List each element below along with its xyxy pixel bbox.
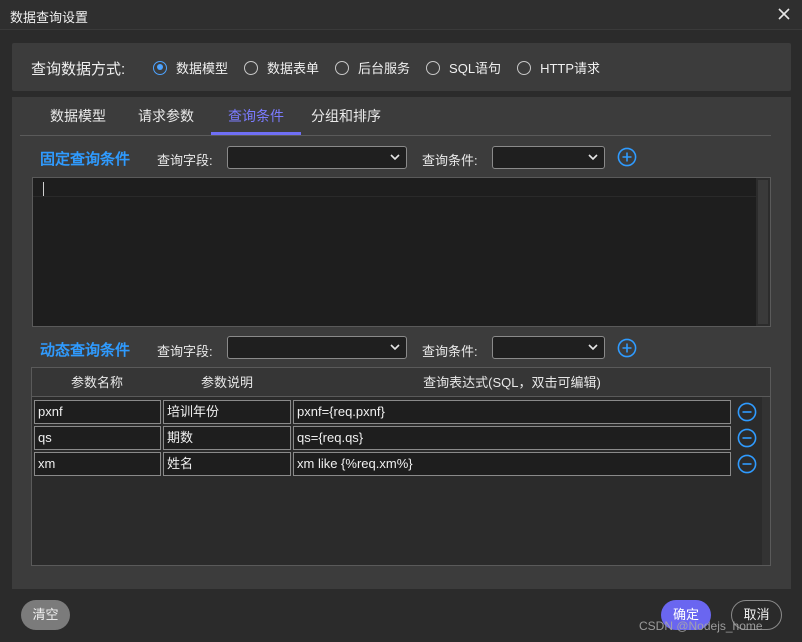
fixed-condition-label: 查询条件:: [422, 153, 478, 168]
add-fixed-condition-icon[interactable]: [617, 147, 637, 167]
tab-bar: 数据模型 请求参数 查询条件 分组和排序: [20, 100, 771, 136]
scrollbar-thumb[interactable]: [758, 180, 768, 324]
column-header-desc: 参数说明: [200, 375, 253, 390]
param-expr-cell[interactable]: pxnf={req.pxnf}: [293, 400, 731, 424]
window-title: 数据查询设置: [10, 10, 89, 25]
dynamic-conditions-title: 动态查询条件: [40, 342, 131, 359]
radio-data-model[interactable]: 数据模型: [153, 58, 228, 77]
tab-group-sort[interactable]: 分组和排序: [304, 100, 388, 135]
table-row: qs 期数 qs={req.qs}: [32, 426, 770, 452]
fixed-field-label: 查询字段:: [157, 153, 213, 168]
editor-scrollbar[interactable]: [756, 178, 770, 326]
column-header-name: 参数名称: [70, 375, 123, 390]
fixed-conditions-title: 固定查询条件: [40, 151, 131, 168]
dynamic-condition-select[interactable]: [492, 336, 605, 359]
tab-query-conditions[interactable]: 查询条件: [211, 100, 301, 135]
radio-label: 后台服务: [358, 61, 411, 76]
chevron-down-icon: [588, 154, 598, 161]
query-method-panel: 查询数据方式: 数据模型 数据表单 后台服务 SQL语句 HTTP请求: [12, 43, 791, 91]
fixed-condition-select[interactable]: [492, 146, 605, 169]
table-row: xm 姓名 xm like {%req.xm%}: [32, 452, 770, 478]
remove-row-icon[interactable]: [737, 402, 757, 422]
watermark: CSDN @Nodejs_home: [639, 619, 763, 633]
param-desc-cell[interactable]: 期数: [163, 426, 291, 450]
radio-indicator: [153, 60, 167, 75]
tab-request-params[interactable]: 请求参数: [124, 100, 208, 135]
fixed-conditions-editor[interactable]: [32, 177, 771, 327]
remove-row-icon[interactable]: [737, 454, 757, 474]
close-icon[interactable]: [774, 4, 794, 24]
table-scrollbar[interactable]: [762, 397, 770, 565]
title-bar: 数据查询设置: [0, 0, 802, 30]
table-row: pxnf 培训年份 pxnf={req.pxnf}: [32, 400, 770, 426]
chevron-down-icon: [390, 154, 400, 161]
radio-indicator: [244, 60, 259, 75]
param-desc-cell[interactable]: 姓名: [163, 452, 291, 476]
remove-row-icon[interactable]: [737, 428, 757, 448]
query-method-label: 查询数据方式:: [31, 61, 126, 78]
param-expr-cell[interactable]: xm like {%req.xm%}: [293, 452, 731, 476]
dynamic-field-select[interactable]: [227, 336, 407, 359]
table-header: 参数名称 参数说明 查询表达式(SQL，双击可编辑): [32, 368, 770, 397]
add-dynamic-condition-icon[interactable]: [617, 338, 637, 358]
radio-label: SQL语句: [449, 61, 502, 76]
param-name-cell[interactable]: xm: [34, 452, 161, 476]
radio-label: HTTP请求: [540, 61, 601, 76]
chevron-down-icon: [390, 344, 400, 351]
radio-label: 数据模型: [176, 61, 229, 76]
tab-data-model[interactable]: 数据模型: [34, 100, 122, 135]
radio-indicator: [426, 60, 441, 75]
clear-button[interactable]: 清空: [21, 600, 70, 630]
radio-indicator: [517, 60, 532, 75]
radio-http[interactable]: HTTP请求: [517, 58, 600, 77]
fixed-field-select[interactable]: [227, 146, 407, 169]
column-header-expr: 查询表达式(SQL，双击可编辑): [423, 375, 601, 390]
radio-sql[interactable]: SQL语句: [426, 58, 501, 77]
param-expr-cell[interactable]: qs={req.qs}: [293, 426, 731, 450]
radio-backend-service[interactable]: 后台服务: [335, 58, 410, 77]
dynamic-field-label: 查询字段:: [157, 344, 213, 359]
param-name-cell[interactable]: qs: [34, 426, 161, 450]
query-method-radio-group: 数据模型 数据表单 后台服务 SQL语句 HTTP请求: [153, 58, 616, 77]
param-name-cell[interactable]: pxnf: [34, 400, 161, 424]
dynamic-condition-label: 查询条件:: [422, 344, 478, 359]
radio-indicator: [335, 60, 350, 75]
text-caret: [43, 182, 44, 197]
chevron-down-icon: [588, 344, 598, 351]
param-desc-cell[interactable]: 培训年份: [163, 400, 291, 424]
dynamic-params-table: 参数名称 参数说明 查询表达式(SQL，双击可编辑) pxnf 培训年份 pxn…: [31, 367, 771, 566]
radio-label: 数据表单: [267, 61, 320, 76]
radio-data-form[interactable]: 数据表单: [244, 58, 319, 77]
editor-line: [33, 196, 757, 197]
